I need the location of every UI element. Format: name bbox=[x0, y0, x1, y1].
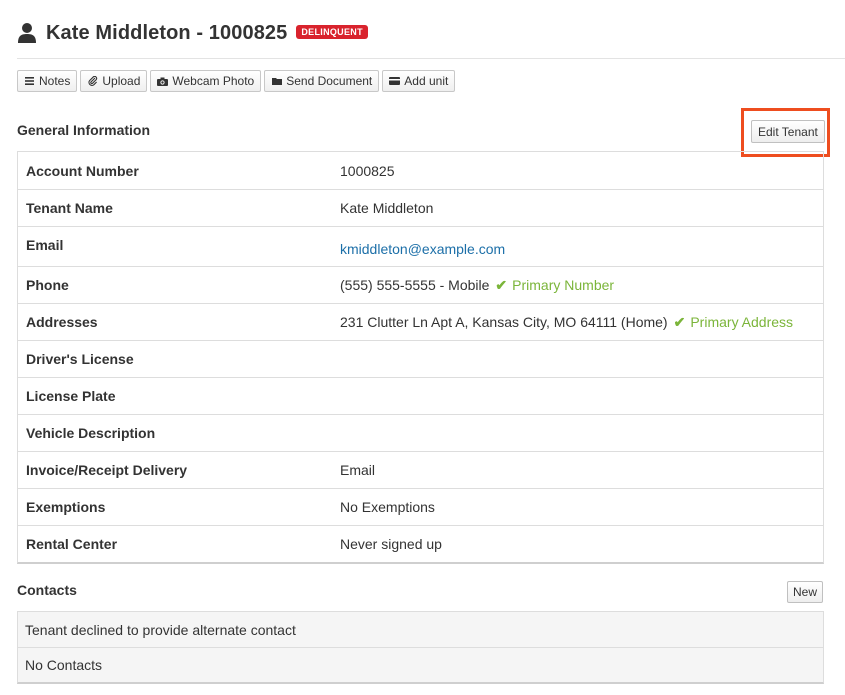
row-label: Rental Center bbox=[26, 536, 118, 552]
page-title: Kate Middleton - 1000825 bbox=[46, 21, 288, 44]
table-row-addresses: Addresses 231 Clutter Ln Apt A, Kansas C… bbox=[18, 303, 823, 340]
primary-number-label: Primary Number bbox=[512, 277, 615, 293]
upload-button-label: Upload bbox=[102, 74, 141, 88]
webcam-photo-button-label: Webcam Photo bbox=[172, 74, 255, 88]
table-row-email: Email kmiddleton@example.com bbox=[18, 226, 823, 266]
table-row-tenant-name: Tenant Name Kate Middleton bbox=[18, 189, 823, 226]
row-label: Tenant Name bbox=[26, 200, 113, 216]
row-value: No Exemptions bbox=[340, 499, 435, 515]
row-label: Exemptions bbox=[26, 499, 106, 515]
row-label: Account Number bbox=[26, 162, 139, 179]
row-value: (555) 555-5555 - Mobile ✔ Primary Number bbox=[340, 277, 823, 294]
table-row-license-plate: License Plate bbox=[18, 377, 823, 414]
camera-icon bbox=[157, 76, 169, 87]
send-document-button-label: Send Document bbox=[286, 74, 373, 88]
primary-address-tag: ✔ Primary Address bbox=[674, 314, 793, 331]
table-row-account-number: Account Number 1000825 bbox=[18, 152, 823, 189]
upload-button[interactable]: Upload bbox=[80, 70, 148, 92]
phone-value: (555) 555-5555 - Mobile bbox=[340, 277, 490, 293]
primary-number-tag: ✔ Primary Number bbox=[495, 277, 614, 294]
new-contact-button[interactable]: New bbox=[787, 581, 824, 603]
notes-button[interactable]: Notes bbox=[17, 70, 78, 92]
contacts-table: Tenant declined to provide alternate con… bbox=[17, 611, 824, 684]
row-value: Email bbox=[340, 462, 376, 478]
row-value: kmiddleton@example.com bbox=[340, 237, 823, 257]
row-label: Addresses bbox=[26, 314, 98, 330]
row-value: 1000825 bbox=[340, 162, 395, 179]
row-label: Email bbox=[26, 237, 64, 253]
contacts-heading: Contacts bbox=[17, 582, 77, 598]
primary-address-label: Primary Address bbox=[690, 314, 794, 330]
general-information-heading: General Information bbox=[17, 122, 151, 138]
row-value: 231 Clutter Ln Apt A, Kansas City, MO 64… bbox=[340, 314, 823, 331]
action-toolbar: Notes Upload Webcam Photo Send Document … bbox=[17, 70, 456, 92]
add-unit-button-label: Add unit bbox=[404, 74, 449, 88]
notes-button-label: Notes bbox=[39, 74, 71, 88]
folder-icon bbox=[271, 76, 282, 87]
general-information-table: Account Number 1000825 Tenant Name Kate … bbox=[17, 151, 824, 564]
row-value: Never signed up bbox=[340, 536, 442, 552]
row-label: License Plate bbox=[26, 388, 116, 404]
list-icon bbox=[24, 76, 35, 87]
check-icon: ✔ bbox=[495, 276, 508, 293]
paperclip-icon bbox=[87, 76, 98, 87]
list-item: No Contacts bbox=[18, 647, 823, 682]
row-label: Invoice/Receipt Delivery bbox=[26, 462, 188, 478]
table-row-rental-center: Rental Center Never signed up bbox=[18, 525, 823, 562]
add-unit-button[interactable]: Add unit bbox=[382, 70, 456, 92]
row-label: Phone bbox=[26, 277, 69, 293]
page-header: Kate Middleton - 1000825 DELINQUENT bbox=[17, 18, 845, 48]
row-value: Kate Middleton bbox=[340, 200, 434, 216]
email-link[interactable]: kmiddleton@example.com bbox=[340, 241, 505, 257]
table-row-phone: Phone (555) 555-5555 - Mobile ✔ Primary … bbox=[18, 266, 823, 303]
table-row-vehicle-description: Vehicle Description bbox=[18, 414, 823, 451]
table-row-exemptions: Exemptions No Exemptions bbox=[18, 488, 823, 525]
edit-tenant-button[interactable]: Edit Tenant bbox=[751, 120, 825, 143]
card-icon bbox=[389, 76, 401, 87]
status-badge: DELINQUENT bbox=[296, 25, 368, 39]
address-value: 231 Clutter Ln Apt A, Kansas City, MO 64… bbox=[340, 314, 668, 330]
table-row-invoice-delivery: Invoice/Receipt Delivery Email bbox=[18, 451, 823, 488]
table-row-drivers-license: Driver's License bbox=[18, 340, 823, 377]
header-divider bbox=[17, 58, 845, 59]
check-icon: ✔ bbox=[673, 313, 686, 330]
list-item: Tenant declined to provide alternate con… bbox=[25, 621, 296, 638]
row-label: Vehicle Description bbox=[26, 425, 156, 441]
webcam-photo-button[interactable]: Webcam Photo bbox=[150, 70, 262, 92]
user-icon bbox=[17, 22, 37, 44]
send-document-button[interactable]: Send Document bbox=[264, 70, 380, 92]
row-label: Driver's License bbox=[26, 351, 134, 367]
